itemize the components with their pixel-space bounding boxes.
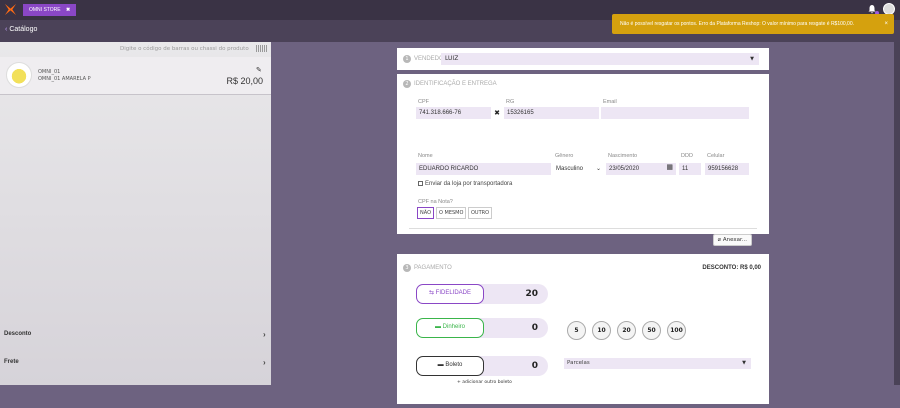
discount-label: Desconto — [4, 331, 32, 337]
edit-icon[interactable]: ✎ — [256, 66, 262, 74]
installments-label: Parcelas — [567, 360, 590, 366]
payment-loyalty: ⇆ FIDELIDADE 20 — [416, 284, 548, 304]
quick-amount-5[interactable]: 5 — [567, 321, 586, 340]
name-field[interactable]: EDUARDO RICARDO — [416, 163, 551, 175]
loyalty-label: FIDELIDADE — [435, 290, 472, 296]
gender-value: Masculino — [556, 166, 584, 172]
checkbox-icon — [418, 181, 423, 186]
identification-title: IDENTIFICAÇÃO E ENTREGA — [414, 81, 497, 87]
cpf-nota-option-nao[interactable]: NÃO — [417, 207, 435, 219]
cpf-field[interactable]: 741.318.666-76 — [416, 107, 491, 119]
back-to-catalog-button[interactable]: ‹ Catálogo — [5, 26, 37, 33]
identification-section: 2 IDENTIFICAÇÃO E ENTREGA CPF 741.318.66… — [397, 74, 769, 246]
product-price: R$ 20,00 — [226, 76, 263, 86]
scrollbar[interactable] — [894, 42, 900, 385]
paperclip-icon: ⌀ — [717, 237, 722, 243]
cpf-nota-option-outro[interactable]: OUTRO — [468, 207, 493, 219]
clear-cpf-icon[interactable]: ✖ — [491, 107, 503, 119]
attach-button[interactable]: ⌀ Anexar... — [712, 234, 752, 246]
payment-section: 3 PAGAMENTO DESCONTO: R$ 0,00 ⇆ FIDELIDA… — [397, 254, 769, 404]
chevron-right-icon: › — [263, 330, 266, 339]
quick-amount-20[interactable]: 20 — [617, 321, 636, 340]
payment-cash: ▬ Dinheiro 0 — [416, 318, 548, 338]
payment-boleto: ▬ Boleto 0 — [416, 356, 548, 376]
step-number: 2 — [403, 80, 411, 88]
calendar-icon[interactable]: ▦ — [666, 162, 673, 174]
email-field[interactable] — [601, 107, 749, 119]
product-variant: OMNI_01 AMARELA P — [38, 76, 91, 82]
loyalty-button[interactable]: ⇆ FIDELIDADE — [416, 284, 484, 304]
cash-button[interactable]: ▬ Dinheiro — [416, 318, 484, 338]
gender-label: Gênero — [555, 153, 574, 159]
transport-checkbox[interactable]: Enviar da loja por transportadora — [418, 181, 512, 187]
cpf-label: CPF — [418, 99, 429, 105]
cpf-nota-option-mesmo[interactable]: O MESMO — [436, 207, 467, 219]
installments-select[interactable]: Parcelas ▼ — [564, 358, 751, 369]
vendor-value: LUIZ — [445, 55, 459, 62]
barcode-icon[interactable] — [256, 45, 268, 52]
chevron-right-icon: › — [263, 358, 266, 367]
ddd-label: DDD — [681, 153, 693, 159]
name-label: Nome — [418, 153, 433, 159]
birthdate-label: Nascimento — [608, 153, 638, 159]
cash-icon: ▬ — [434, 324, 441, 330]
shipping-row[interactable]: Frete › — [4, 358, 266, 367]
vendor-section: 1 VENDEDOR LUIZ ▼ — [397, 48, 769, 70]
cash-value[interactable]: 0 — [532, 318, 538, 338]
birthdate-value: 23/05/2020 — [609, 166, 640, 172]
attach-label: Anexar... — [722, 237, 747, 243]
rg-field[interactable]: 15326165 — [504, 107, 599, 119]
step-number: 3 — [403, 264, 411, 272]
divider — [409, 228, 757, 229]
store-tab-label: OMNI STORE — [29, 7, 61, 13]
ddd-field[interactable]: 11 — [679, 163, 701, 175]
back-label: Catálogo — [9, 26, 38, 33]
phone-label: Celular — [707, 153, 725, 159]
toast-message: Não é possível resgatar os pontos. Erro … — [620, 21, 855, 27]
checkout-form: 1 VENDEDOR LUIZ ▼ 2 IDENTIFICAÇÃO E ENTR… — [397, 48, 769, 408]
product-thumbnail — [6, 62, 32, 88]
barcode-input[interactable]: Digite o código de barras ou chassi do p… — [120, 46, 249, 52]
discount-row[interactable]: Desconto › — [4, 330, 266, 339]
discount-total: DESCONTO: R$ 0,00 — [702, 265, 761, 271]
cart-panel: Digite o código de barras ou chassi do p… — [0, 42, 271, 385]
caret-down-icon: ▼ — [742, 360, 746, 366]
rg-label: RG — [506, 99, 515, 105]
step-number: 1 — [403, 55, 411, 63]
toast-close-icon[interactable]: × — [884, 14, 888, 34]
chevron-left-icon: ‹ — [5, 26, 8, 33]
shipping-label: Frete — [4, 359, 19, 365]
boleto-button[interactable]: ▬ Boleto — [416, 356, 484, 376]
caret-down-icon: ▼ — [750, 56, 754, 62]
email-label: Email — [603, 99, 617, 105]
cart-item[interactable]: OMNI_01 OMNI_01 AMARELA P ✎ R$ 20,00 — [0, 57, 271, 95]
store-tab[interactable]: OMNI STORE ✖ — [23, 4, 77, 16]
logo-icon — [4, 3, 17, 16]
quick-amount-100[interactable]: 100 — [667, 321, 686, 340]
quick-amount-50[interactable]: 50 — [642, 321, 661, 340]
payment-title: PAGAMENTO — [414, 265, 452, 271]
transport-label: Enviar da loja por transportadora — [425, 181, 513, 188]
notification-icon[interactable] — [867, 4, 879, 15]
boleto-label: Boleto — [445, 362, 463, 368]
birthdate-field[interactable]: 23/05/2020 ▦ — [606, 163, 676, 175]
swap-icon: ⇆ — [428, 290, 434, 296]
cash-label: Dinheiro — [442, 324, 466, 330]
close-icon[interactable]: ✖ — [66, 7, 70, 13]
boleto-icon: ▬ — [437, 362, 444, 368]
vendor-select[interactable]: LUIZ ▼ — [441, 53, 759, 65]
boleto-value[interactable]: 0 — [532, 356, 538, 376]
add-boleto-link[interactable]: + adicionar outro boleto — [457, 380, 512, 385]
loyalty-value[interactable]: 20 — [525, 284, 538, 304]
gender-select[interactable]: Masculino ⌄ — [553, 163, 603, 175]
phone-field[interactable]: 959156628 — [705, 163, 749, 175]
cpf-nota-label: CPF na Nota? — [418, 199, 453, 205]
chevron-down-icon: ⌄ — [595, 166, 601, 172]
quick-amount-10[interactable]: 10 — [592, 321, 611, 340]
product-name: OMNI_01 — [38, 69, 61, 75]
error-toast: Não é possível resgatar os pontos. Erro … — [612, 14, 894, 34]
